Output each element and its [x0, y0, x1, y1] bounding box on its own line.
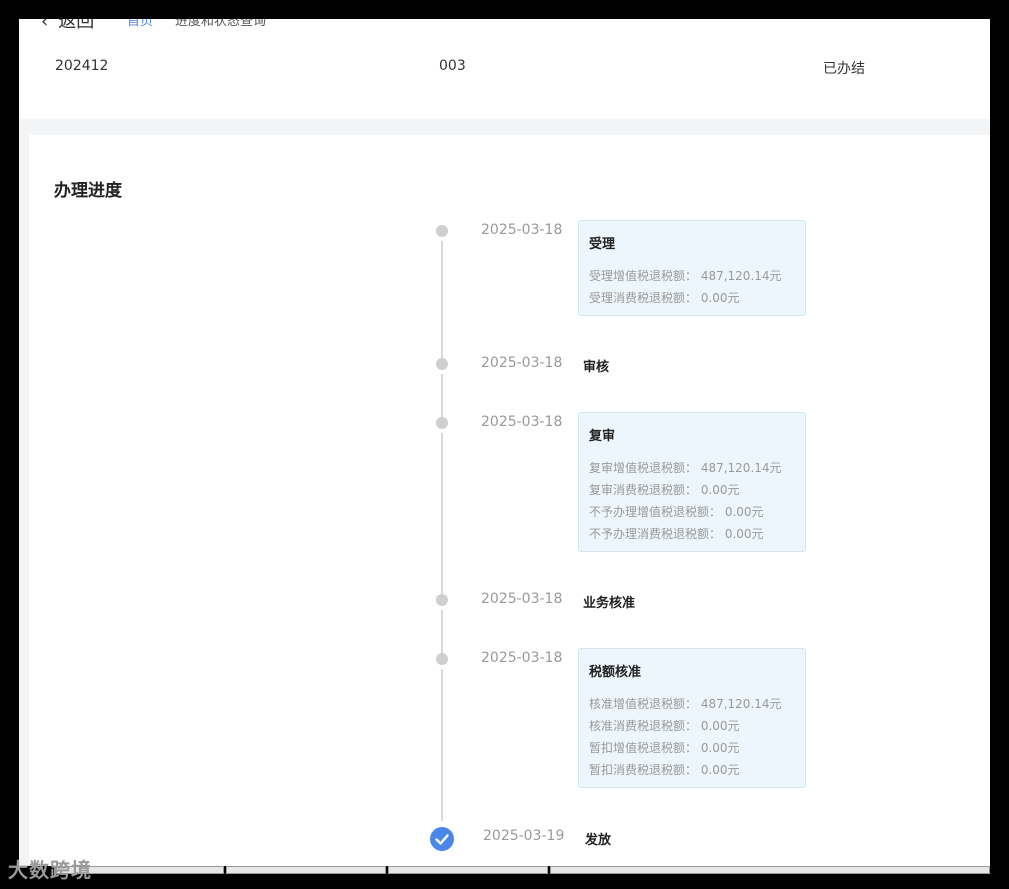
record-period: 202412 — [55, 58, 109, 74]
step-date: 2025-03-19 — [483, 828, 565, 844]
timeline-dot — [436, 594, 448, 606]
taskbar-button[interactable] — [388, 866, 548, 874]
step-date: 2025-03-18 — [481, 355, 563, 371]
timeline-dot — [436, 358, 448, 370]
check-icon — [430, 827, 454, 851]
record-status: 已办结 — [823, 61, 865, 77]
taskbar-button[interactable] — [226, 866, 386, 874]
step-detail-line: 复审增值税退税额： 487,120.14元 — [589, 461, 782, 475]
step-detail-line: 核准增值税退税额： 487,120.14元 — [589, 697, 782, 711]
step-detail-line: 核准消费税退税额： 0.00元 — [589, 719, 740, 733]
timeline-dot — [436, 653, 448, 665]
record-summary-card: ‹ 返回 首页 进度和状态查询 202412 003 已办结 — [19, 19, 990, 119]
record-sequence: 003 — [439, 58, 466, 74]
step-detail-line: 不予办理消费税退税额： 0.00元 — [589, 527, 764, 541]
watermark: 大数跨境 — [8, 858, 92, 882]
step-detail-box: 复审 复审增值税退税额： 487,120.14元 复审消费税退税额： 0.00元… — [578, 412, 806, 552]
step-detail-box: 税额核准 核准增值税退税额： 487,120.14元 核准消费税退税额： 0.0… — [578, 648, 806, 788]
timeline-connector — [441, 433, 443, 601]
section-title: 办理进度 — [54, 181, 122, 201]
breadcrumb-current: 进度和状态查询 — [175, 19, 267, 29]
step-detail-box: 受理 受理增值税退税额： 487,120.14元 受理消费税退税额： 0.00元 — [578, 220, 806, 316]
step-date: 2025-03-18 — [481, 414, 563, 430]
back-button[interactable]: ‹ 返回 — [41, 19, 94, 33]
step-title: 业务核准 — [583, 596, 636, 611]
step-title: 发放 — [585, 833, 612, 848]
step-date: 2025-03-18 — [481, 650, 563, 666]
taskbar-button[interactable] — [550, 866, 990, 874]
step-date: 2025-03-18 — [481, 591, 563, 607]
step-title: 审核 — [583, 360, 610, 375]
step-title: 复审 — [589, 429, 616, 444]
back-label: 返回 — [58, 19, 95, 32]
step-detail-line: 暂扣消费税退税额： 0.00元 — [589, 763, 740, 777]
top-nav: ‹ 返回 首页 进度和状态查询 — [19, 19, 619, 33]
step-detail-line: 受理消费税退税额： 0.00元 — [589, 291, 740, 305]
app-frame: ‹ 返回 首页 进度和状态查询 202412 003 已办结 办理进度 2025-… — [19, 19, 990, 866]
breadcrumb-home[interactable]: 首页 — [127, 19, 153, 29]
step-detail-line: 暂扣增值税退税额： 0.00元 — [589, 741, 740, 755]
timeline-connector — [441, 669, 443, 821]
timeline-connector — [441, 241, 443, 365]
step-date: 2025-03-18 — [481, 222, 563, 238]
timeline-dot — [436, 225, 448, 237]
step-title: 受理 — [589, 237, 616, 252]
step-detail-line: 复审消费税退税额： 0.00元 — [589, 483, 740, 497]
progress-card: 办理进度 2025-03-18 受理 受理增值税退税额： 487,120.14元… — [29, 135, 990, 866]
step-detail-line: 不予办理增值税退税额： 0.00元 — [589, 505, 764, 519]
step-detail-line: 受理增值税退税额： 487,120.14元 — [589, 269, 782, 283]
chevron-left-icon: ‹ — [41, 19, 49, 32]
timeline-dot — [436, 417, 448, 429]
step-title: 税额核准 — [589, 665, 642, 680]
